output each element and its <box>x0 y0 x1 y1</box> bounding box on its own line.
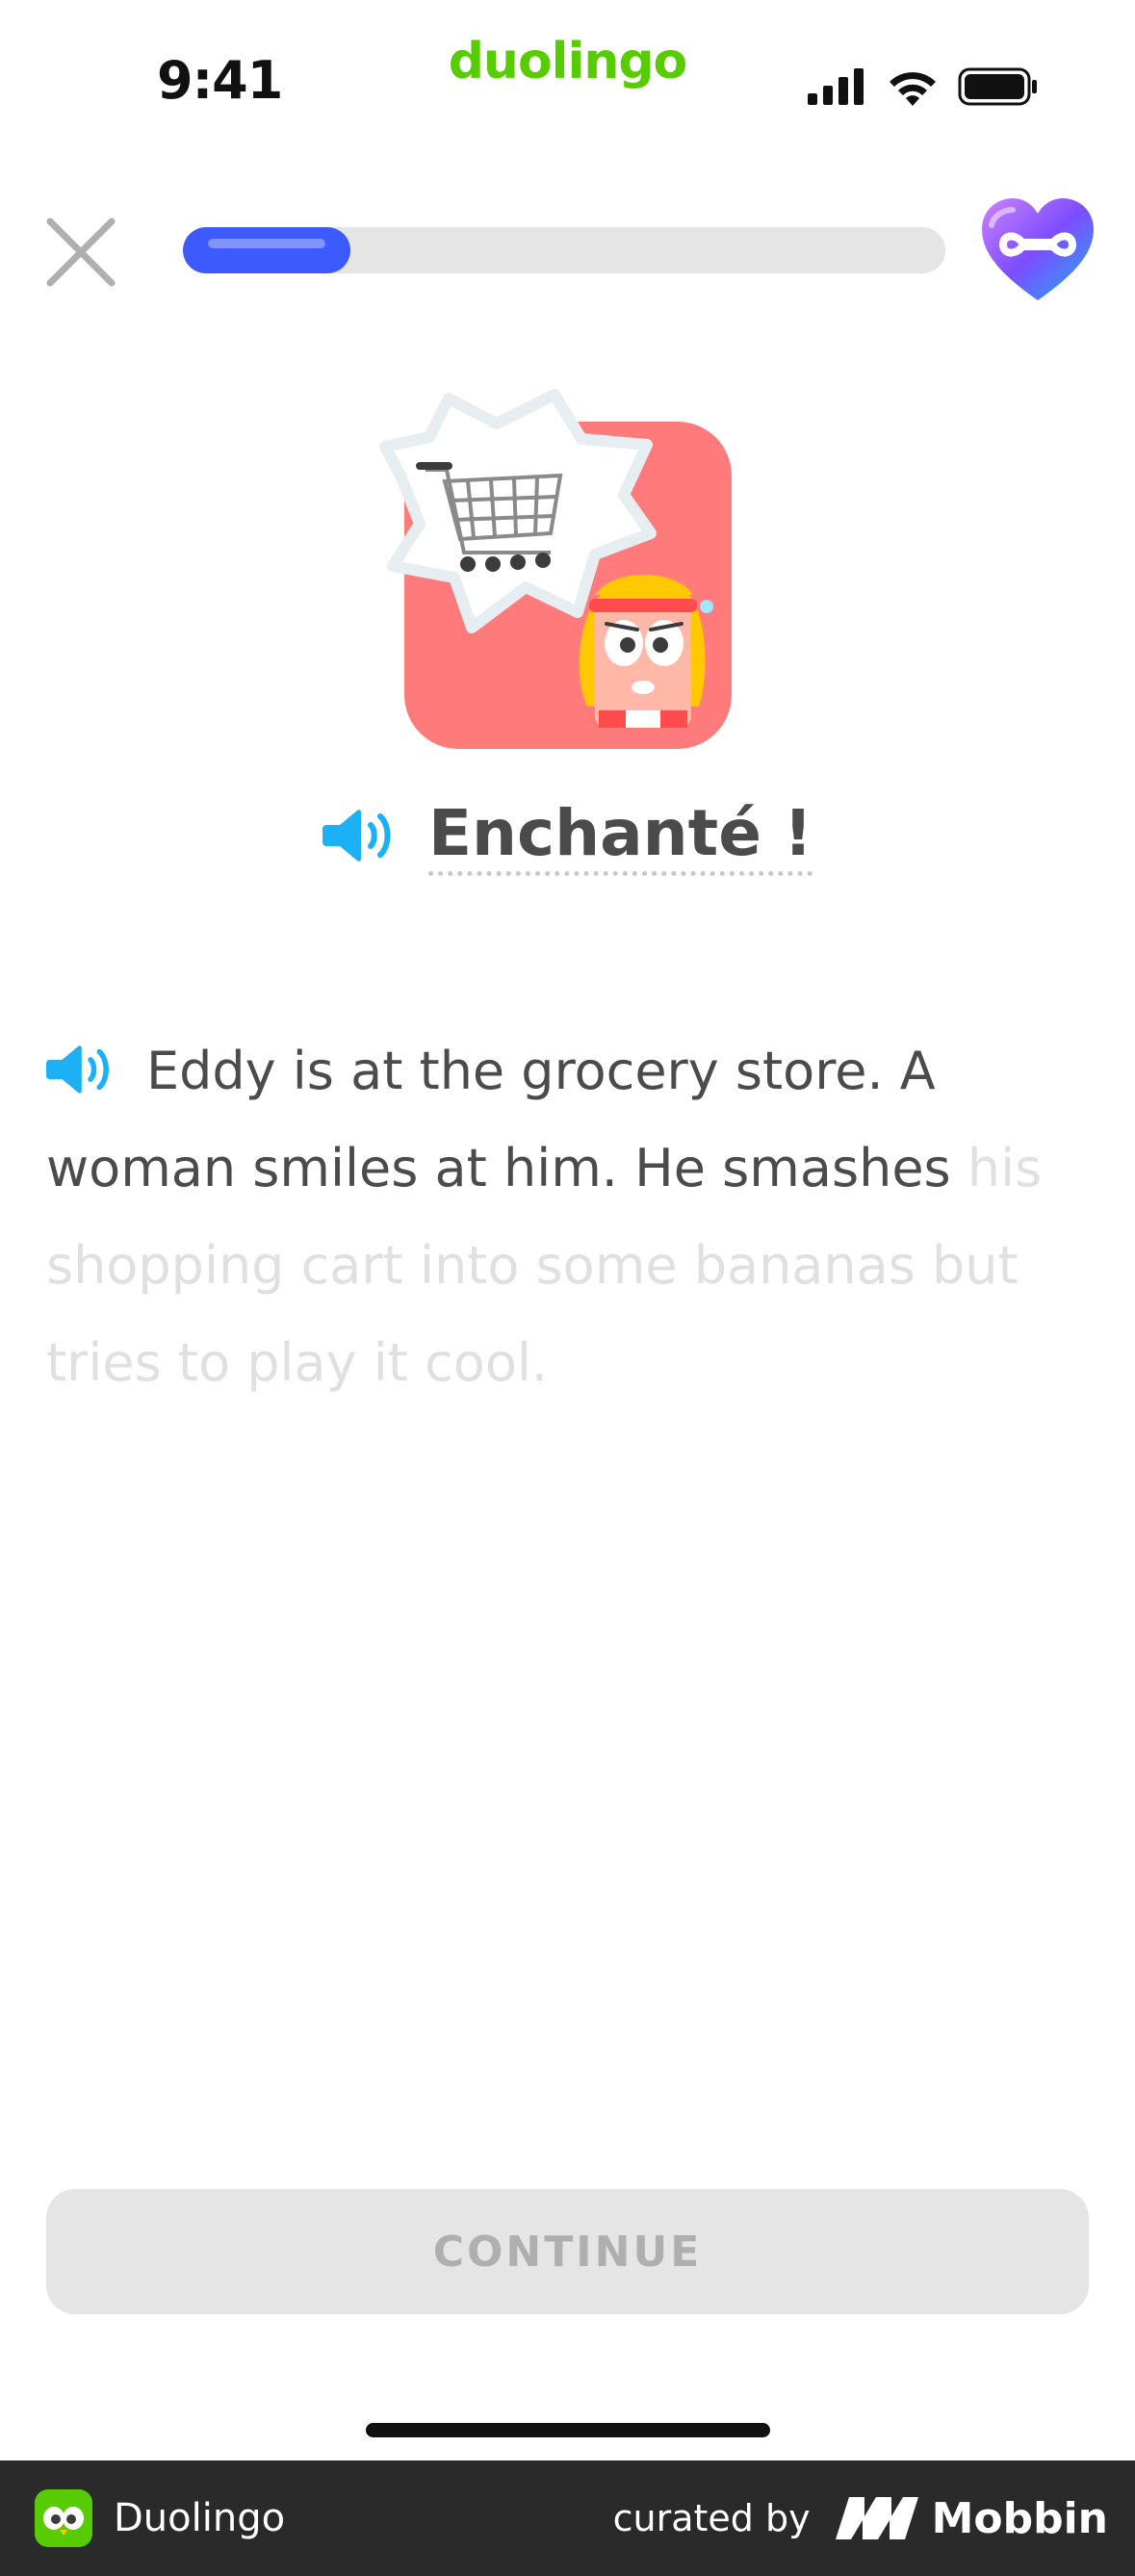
mobbin-icon <box>835 2497 918 2539</box>
close-button[interactable] <box>42 214 119 291</box>
speaker-icon <box>322 810 391 862</box>
footer-app-name: Duolingo <box>114 2496 286 2540</box>
story-illustration <box>372 389 737 755</box>
mobbin-wordmark: Mobbin <box>931 2493 1108 2543</box>
eddy-shopping-cart-illustration <box>379 389 732 749</box>
hearts-indicator[interactable] <box>980 196 1096 304</box>
footer-credit: curated by Mobbin <box>613 2460 1108 2576</box>
story-audio-button[interactable] <box>46 1030 117 1094</box>
status-icons <box>808 67 1039 106</box>
story-text: Eddy is at the grocery store. A woman sm… <box>46 1022 1096 1411</box>
duolingo-owl-icon <box>35 2489 92 2547</box>
progress-shine <box>208 239 326 248</box>
footer-bar: Duolingo curated by Mobbin <box>0 2460 1135 2576</box>
close-icon <box>46 218 116 287</box>
phrase-text[interactable]: Enchanté ! <box>427 798 813 876</box>
footer-app: Duolingo <box>35 2460 285 2576</box>
phrase-row: Enchanté ! <box>0 798 1135 876</box>
story-revealed-text: Eddy is at the grocery store. A woman sm… <box>46 1041 951 1198</box>
continue-button[interactable]: CONTINUE <box>46 2189 1089 2314</box>
progress-bar <box>183 227 945 273</box>
signal-icon <box>808 68 864 105</box>
wifi-icon <box>890 72 936 106</box>
progress-fill <box>183 227 351 273</box>
mobbin-logo: Mobbin <box>835 2493 1108 2543</box>
home-indicator <box>366 2423 770 2437</box>
curated-by-label: curated by <box>612 2497 811 2539</box>
phrase-audio-button[interactable] <box>322 808 396 867</box>
infinity-heart-icon <box>982 198 1094 300</box>
battery-icon <box>958 67 1037 106</box>
speaker-icon <box>46 1045 109 1094</box>
